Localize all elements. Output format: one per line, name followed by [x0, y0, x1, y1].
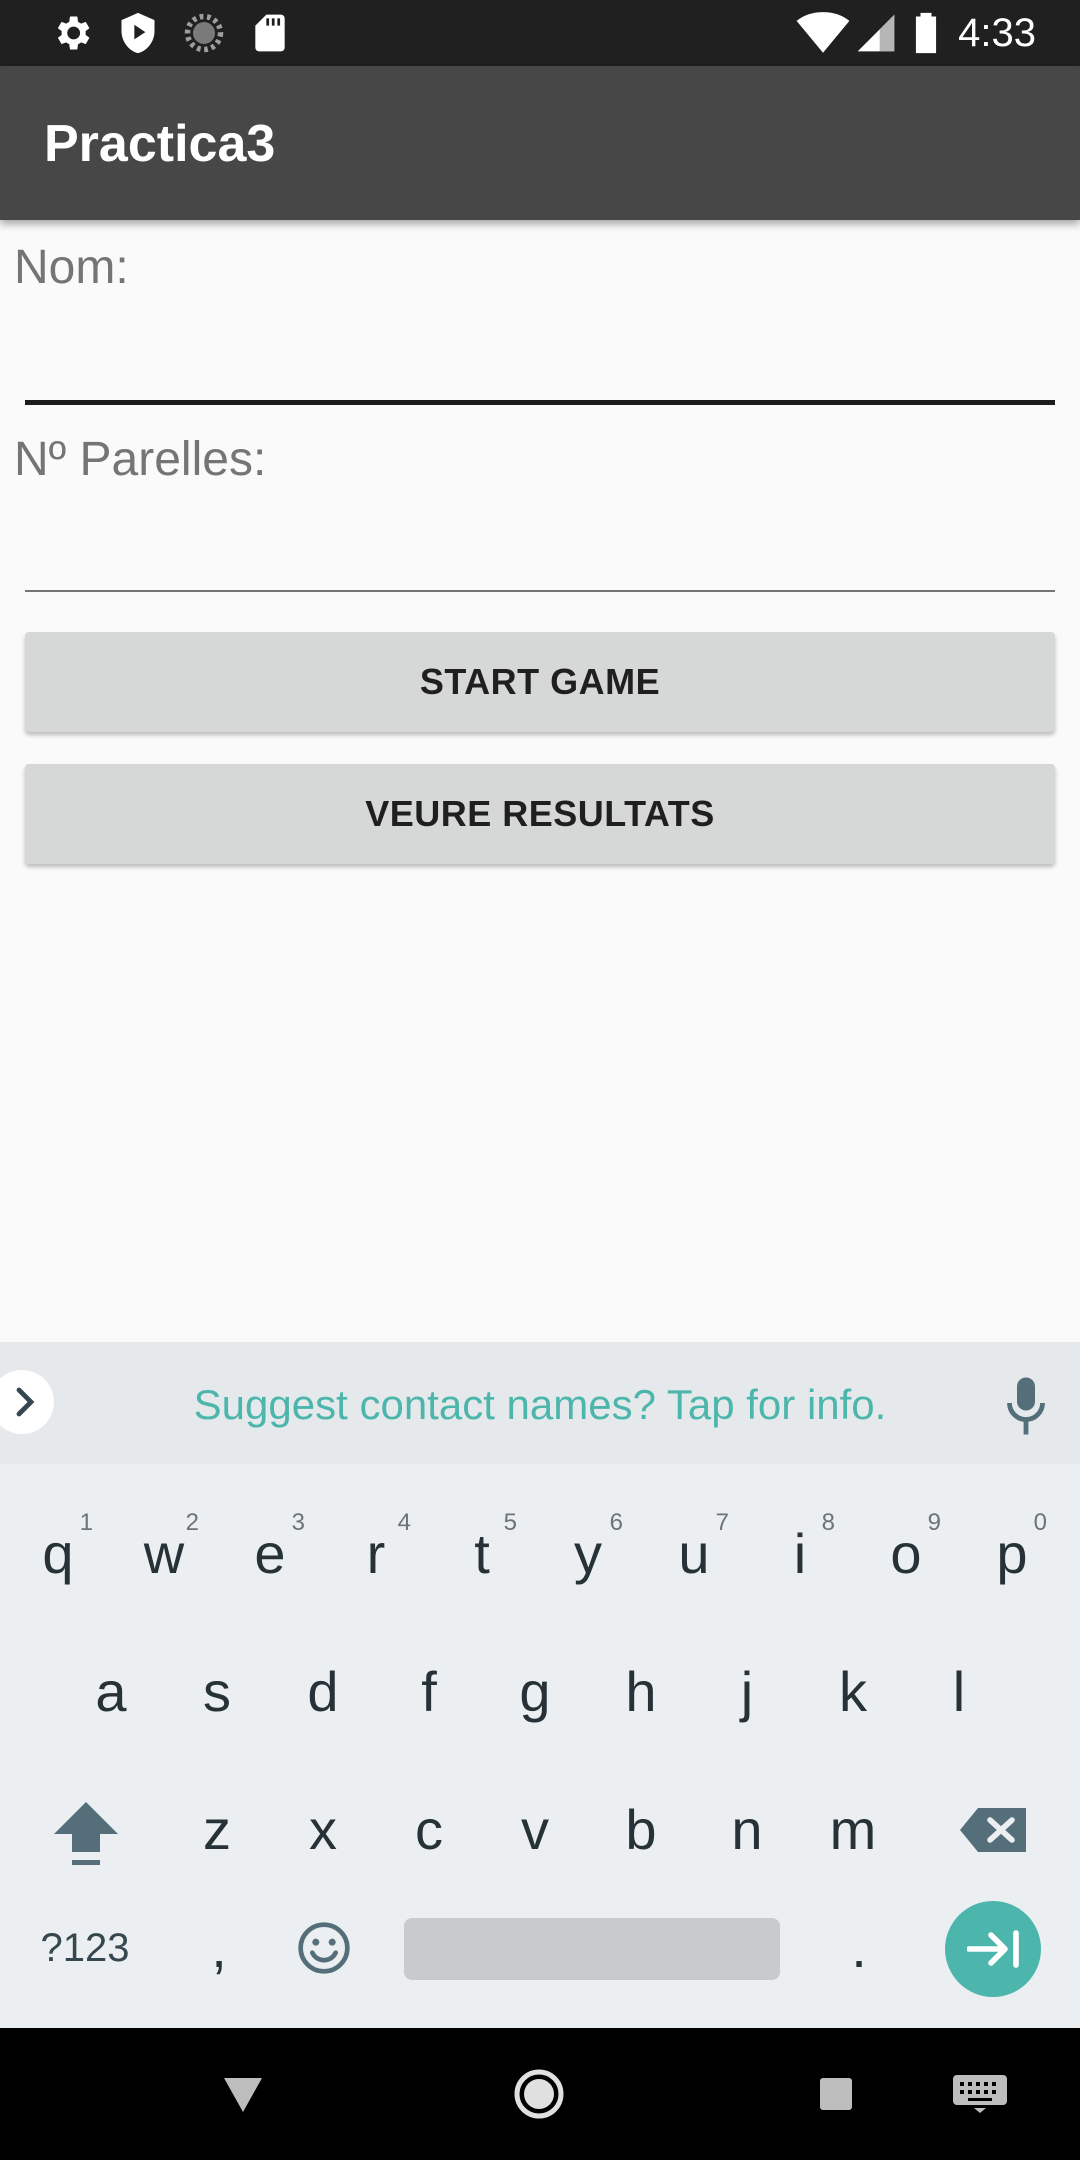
name-label: Nom:: [14, 241, 129, 294]
key-x[interactable]: x: [270, 1770, 376, 1890]
key-p[interactable]: p0: [959, 1494, 1065, 1614]
key-n[interactable]: n: [694, 1770, 800, 1890]
name-input[interactable]: [25, 312, 1055, 402]
keyboard-icon[interactable]: [952, 2074, 1008, 2114]
shield-play-icon: [121, 12, 155, 54]
key-k[interactable]: k: [800, 1632, 906, 1752]
key-c[interactable]: c: [376, 1770, 482, 1890]
key-q[interactable]: q1: [5, 1494, 111, 1614]
enter-key[interactable]: [945, 1901, 1041, 1997]
pairs-input-underline: [25, 590, 1055, 592]
key-g[interactable]: g: [482, 1632, 588, 1752]
app-bar: Practica3: [0, 66, 1080, 220]
key-a[interactable]: a: [58, 1632, 164, 1752]
microphone-icon[interactable]: [1004, 1376, 1048, 1436]
back-icon[interactable]: [222, 2074, 264, 2114]
comma-key[interactable]: ,: [166, 1888, 272, 2008]
keyboard: q1 w2 e3 r4 t5 y6 u7 i8 o9 p0 a s d f g …: [0, 1464, 1080, 2028]
key-e[interactable]: e3: [217, 1494, 323, 1614]
key-d[interactable]: d: [270, 1632, 376, 1752]
key-t[interactable]: t5: [429, 1494, 535, 1614]
contact-suggestion-prompt[interactable]: Suggest contact names? Tap for info.: [0, 1380, 1080, 1430]
period-key[interactable]: .: [806, 1888, 912, 2008]
clock: 4:33: [958, 11, 1036, 55]
emoji-icon: [298, 1922, 350, 1974]
sd-card-icon: [255, 14, 285, 52]
screen: 4:33 Practica3 Nom: Nº Parelles: START G…: [0, 0, 1080, 2160]
status-bar: 4:33: [0, 0, 1080, 66]
shift-key[interactable]: [30, 1770, 142, 1890]
name-input-underline: [25, 400, 1055, 405]
key-u[interactable]: u7: [641, 1494, 747, 1614]
key-m[interactable]: m: [800, 1770, 906, 1890]
key-i[interactable]: i8: [747, 1494, 853, 1614]
key-r[interactable]: r4: [323, 1494, 429, 1614]
start-game-button[interactable]: START GAME: [25, 632, 1055, 732]
loading-icon: [184, 13, 224, 53]
next-field-icon: [967, 1930, 1019, 1968]
home-icon[interactable]: [513, 2068, 565, 2120]
symbols-key[interactable]: ?123: [20, 1908, 150, 1988]
key-j[interactable]: j: [694, 1632, 800, 1752]
key-v[interactable]: v: [482, 1770, 588, 1890]
backspace-icon: [960, 1808, 1026, 1852]
key-f[interactable]: f: [376, 1632, 482, 1752]
emoji-key[interactable]: [268, 1888, 380, 2008]
signal-icon: [857, 14, 895, 52]
recents-icon[interactable]: [818, 2076, 854, 2112]
key-h[interactable]: h: [588, 1632, 694, 1752]
key-l[interactable]: l: [906, 1632, 1012, 1752]
wifi-icon: [796, 12, 850, 53]
pairs-label: Nº Parelles:: [14, 433, 267, 486]
keyboard-suggestion-strip: Suggest contact names? Tap for info.: [0, 1342, 1080, 1464]
key-w[interactable]: w2: [111, 1494, 217, 1614]
app-title: Practica3: [44, 115, 276, 173]
key-z[interactable]: z: [164, 1770, 270, 1890]
key-o[interactable]: o9: [853, 1494, 959, 1614]
battery-icon: [915, 12, 937, 54]
shift-icon: [54, 1802, 118, 1865]
view-results-button[interactable]: VEURE RESULTATS: [25, 764, 1055, 864]
backspace-key[interactable]: [938, 1770, 1050, 1890]
key-s[interactable]: s: [164, 1632, 270, 1752]
gear-icon: [57, 16, 90, 50]
key-y[interactable]: y6: [535, 1494, 641, 1614]
navigation-bar: [0, 2028, 1080, 2160]
key-b[interactable]: b: [588, 1770, 694, 1890]
space-bar[interactable]: [404, 1918, 780, 1980]
pairs-input[interactable]: [25, 502, 1055, 592]
